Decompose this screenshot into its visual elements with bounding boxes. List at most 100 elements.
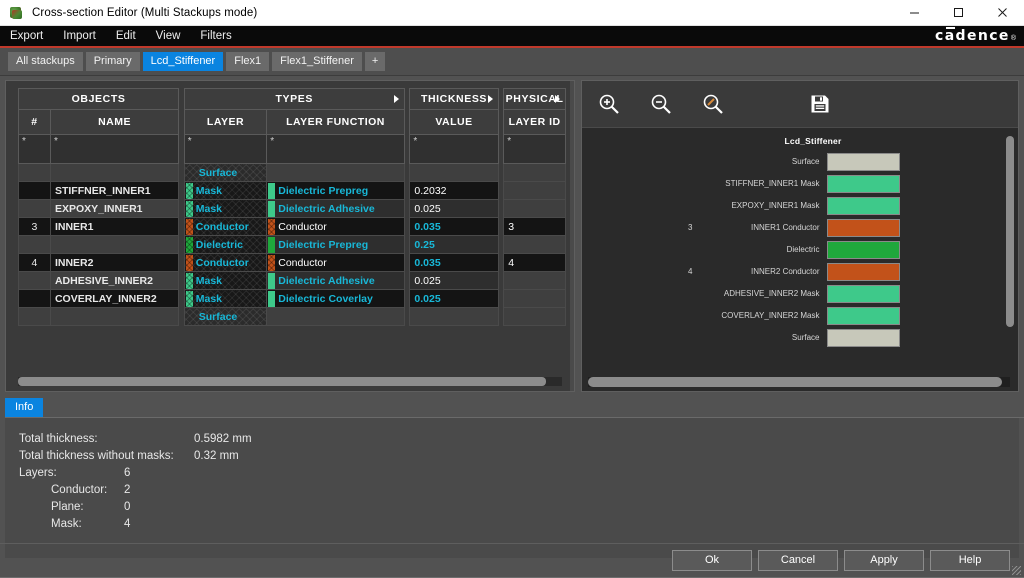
- tab-info[interactable]: Info: [5, 398, 44, 417]
- tab-flex1[interactable]: Flex1: [226, 52, 270, 71]
- chevron-right-icon[interactable]: [555, 95, 560, 103]
- cell-number[interactable]: 4: [18, 253, 51, 272]
- cell-layer-function[interactable]: Dielectric Prepreg: [266, 235, 405, 254]
- cell-layer-function[interactable]: Dielectric Coverlay: [266, 289, 405, 308]
- stackup-layer-bar[interactable]: [826, 262, 900, 281]
- stackup-layer-row[interactable]: 3 INNER1 Conductor: [677, 217, 900, 238]
- zoom-out-icon[interactable]: [646, 89, 676, 119]
- filter-input-value[interactable]: *: [409, 134, 499, 164]
- viewer-horizontal-scrollbar-thumb[interactable]: [588, 377, 1002, 387]
- filter-input-number[interactable]: *: [18, 134, 51, 164]
- cell-layer[interactable]: Surface: [183, 163, 268, 182]
- cell-layer-id[interactable]: [503, 163, 566, 182]
- cell-layer-id[interactable]: [503, 307, 566, 326]
- cell-layer-function[interactable]: [266, 163, 405, 182]
- cell-name[interactable]: COVERLAY_INNER2: [49, 289, 180, 308]
- column-header-value[interactable]: VALUE: [409, 109, 499, 135]
- tab-flex1-stiffener[interactable]: Flex1_Stiffener: [272, 52, 362, 71]
- table-row[interactable]: Surface: [18, 163, 566, 182]
- table-row[interactable]: COVERLAY_INNER2 Mask Dielectric Coverlay…: [18, 289, 566, 308]
- menu-filters[interactable]: Filters: [190, 25, 241, 47]
- stackup-layer-row[interactable]: EXPOXY_INNER1 Mask: [677, 195, 900, 216]
- apply-button[interactable]: Apply: [844, 550, 924, 571]
- cell-value[interactable]: 0.025: [409, 271, 499, 290]
- cell-layer-id[interactable]: [503, 271, 566, 290]
- table-row[interactable]: Surface: [18, 307, 566, 326]
- column-header-layer[interactable]: LAYER: [183, 109, 268, 135]
- table-row[interactable]: STIFFNER_INNER1 Mask Dielectric Prepreg …: [18, 181, 566, 200]
- cell-layer[interactable]: Mask: [183, 181, 268, 200]
- cell-value[interactable]: [409, 307, 499, 326]
- cell-name[interactable]: STIFFNER_INNER1: [49, 181, 180, 200]
- cell-layer-function[interactable]: Dielectric Prepreg: [266, 181, 405, 200]
- filter-input-layer-id[interactable]: *: [503, 134, 566, 164]
- cell-layer-id[interactable]: [503, 289, 566, 308]
- cell-number[interactable]: [18, 199, 51, 218]
- grid-horizontal-scrollbar[interactable]: [18, 377, 562, 386]
- cell-value[interactable]: 0.2032: [409, 181, 499, 200]
- stackup-layer-bar[interactable]: [826, 306, 900, 325]
- cell-number[interactable]: [18, 307, 51, 326]
- cell-name[interactable]: EXPOXY_INNER1: [49, 199, 180, 218]
- menu-import[interactable]: Import: [53, 25, 106, 47]
- cell-name[interactable]: [49, 307, 180, 326]
- cell-number[interactable]: [18, 289, 51, 308]
- grid-horizontal-scrollbar-thumb[interactable]: [18, 377, 546, 386]
- cell-number[interactable]: [18, 163, 51, 182]
- viewer-horizontal-scrollbar[interactable]: [588, 377, 1010, 387]
- chevron-right-icon[interactable]: [393, 95, 399, 103]
- cell-value[interactable]: 0.035: [409, 217, 499, 236]
- stackup-diagram[interactable]: Lcd_Stiffener Surface STIFFNER_INNER1 Ma…: [582, 128, 1018, 391]
- column-header-layer-id[interactable]: LAYER ID: [503, 109, 566, 135]
- tab-add-stackup[interactable]: +: [364, 52, 386, 71]
- table-row[interactable]: Dielectric Dielectric Prepreg 0.25: [18, 235, 566, 254]
- cell-layer[interactable]: Mask: [183, 271, 268, 290]
- cell-layer[interactable]: Surface: [183, 307, 268, 326]
- cell-layer-id[interactable]: 4: [503, 253, 566, 272]
- cell-value[interactable]: 0.025: [409, 289, 499, 308]
- zoom-in-icon[interactable]: [594, 89, 624, 119]
- help-button[interactable]: Help: [930, 550, 1010, 571]
- cell-name[interactable]: ADHESIVE_INNER2: [49, 271, 180, 290]
- stackup-layer-row[interactable]: 4 INNER2 Conductor: [677, 261, 900, 282]
- cell-layer-function[interactable]: Dielectric Adhesive: [266, 271, 405, 290]
- cell-layer-id[interactable]: [503, 181, 566, 200]
- table-row[interactable]: EXPOXY_INNER1 Mask Dielectric Adhesive 0…: [18, 199, 566, 218]
- cell-number[interactable]: 3: [18, 217, 51, 236]
- cell-value[interactable]: 0.025: [409, 199, 499, 218]
- stackup-layer-bar[interactable]: [826, 152, 900, 171]
- viewer-vertical-scrollbar[interactable]: [1006, 136, 1014, 369]
- cell-layer-function[interactable]: [266, 307, 405, 326]
- cell-layer-function[interactable]: Dielectric Adhesive: [266, 199, 405, 218]
- cell-value[interactable]: 0.25: [409, 235, 499, 254]
- minimize-button[interactable]: [892, 0, 936, 26]
- cell-layer[interactable]: Conductor: [183, 253, 268, 272]
- save-icon[interactable]: [805, 89, 835, 119]
- cell-value[interactable]: [409, 163, 499, 182]
- viewer-vertical-scrollbar-thumb[interactable]: [1006, 136, 1014, 328]
- column-header-layer-function[interactable]: LAYER FUNCTION: [266, 109, 405, 135]
- stackup-layer-row[interactable]: Dielectric: [677, 239, 900, 260]
- stackup-layer-bar[interactable]: [826, 174, 900, 193]
- ok-button[interactable]: Ok: [672, 550, 752, 571]
- cell-layer-id[interactable]: [503, 199, 566, 218]
- cell-name[interactable]: INNER1: [49, 217, 180, 236]
- cell-layer[interactable]: Dielectric: [183, 235, 268, 254]
- maximize-button[interactable]: [936, 0, 980, 26]
- stackup-layer-bar[interactable]: [826, 328, 900, 347]
- stackup-layer-bar[interactable]: [826, 218, 900, 237]
- stackup-layer-row[interactable]: STIFFNER_INNER1 Mask: [677, 173, 900, 194]
- menu-export[interactable]: Export: [0, 25, 53, 47]
- cell-name[interactable]: [49, 163, 180, 182]
- filter-input-name[interactable]: *: [49, 134, 180, 164]
- cell-value[interactable]: 0.035: [409, 253, 499, 272]
- chevron-right-icon[interactable]: [487, 95, 493, 103]
- cell-number[interactable]: [18, 235, 51, 254]
- filter-input-layer[interactable]: *: [183, 134, 268, 164]
- stackup-layer-row[interactable]: COVERLAY_INNER2 Mask: [677, 305, 900, 326]
- cell-layer-id[interactable]: [503, 235, 566, 254]
- cell-number[interactable]: [18, 181, 51, 200]
- cell-layer[interactable]: Mask: [183, 289, 268, 308]
- cell-layer-id[interactable]: 3: [503, 217, 566, 236]
- table-row[interactable]: 3 INNER1 Conductor Conductor 0.035 3: [18, 217, 566, 236]
